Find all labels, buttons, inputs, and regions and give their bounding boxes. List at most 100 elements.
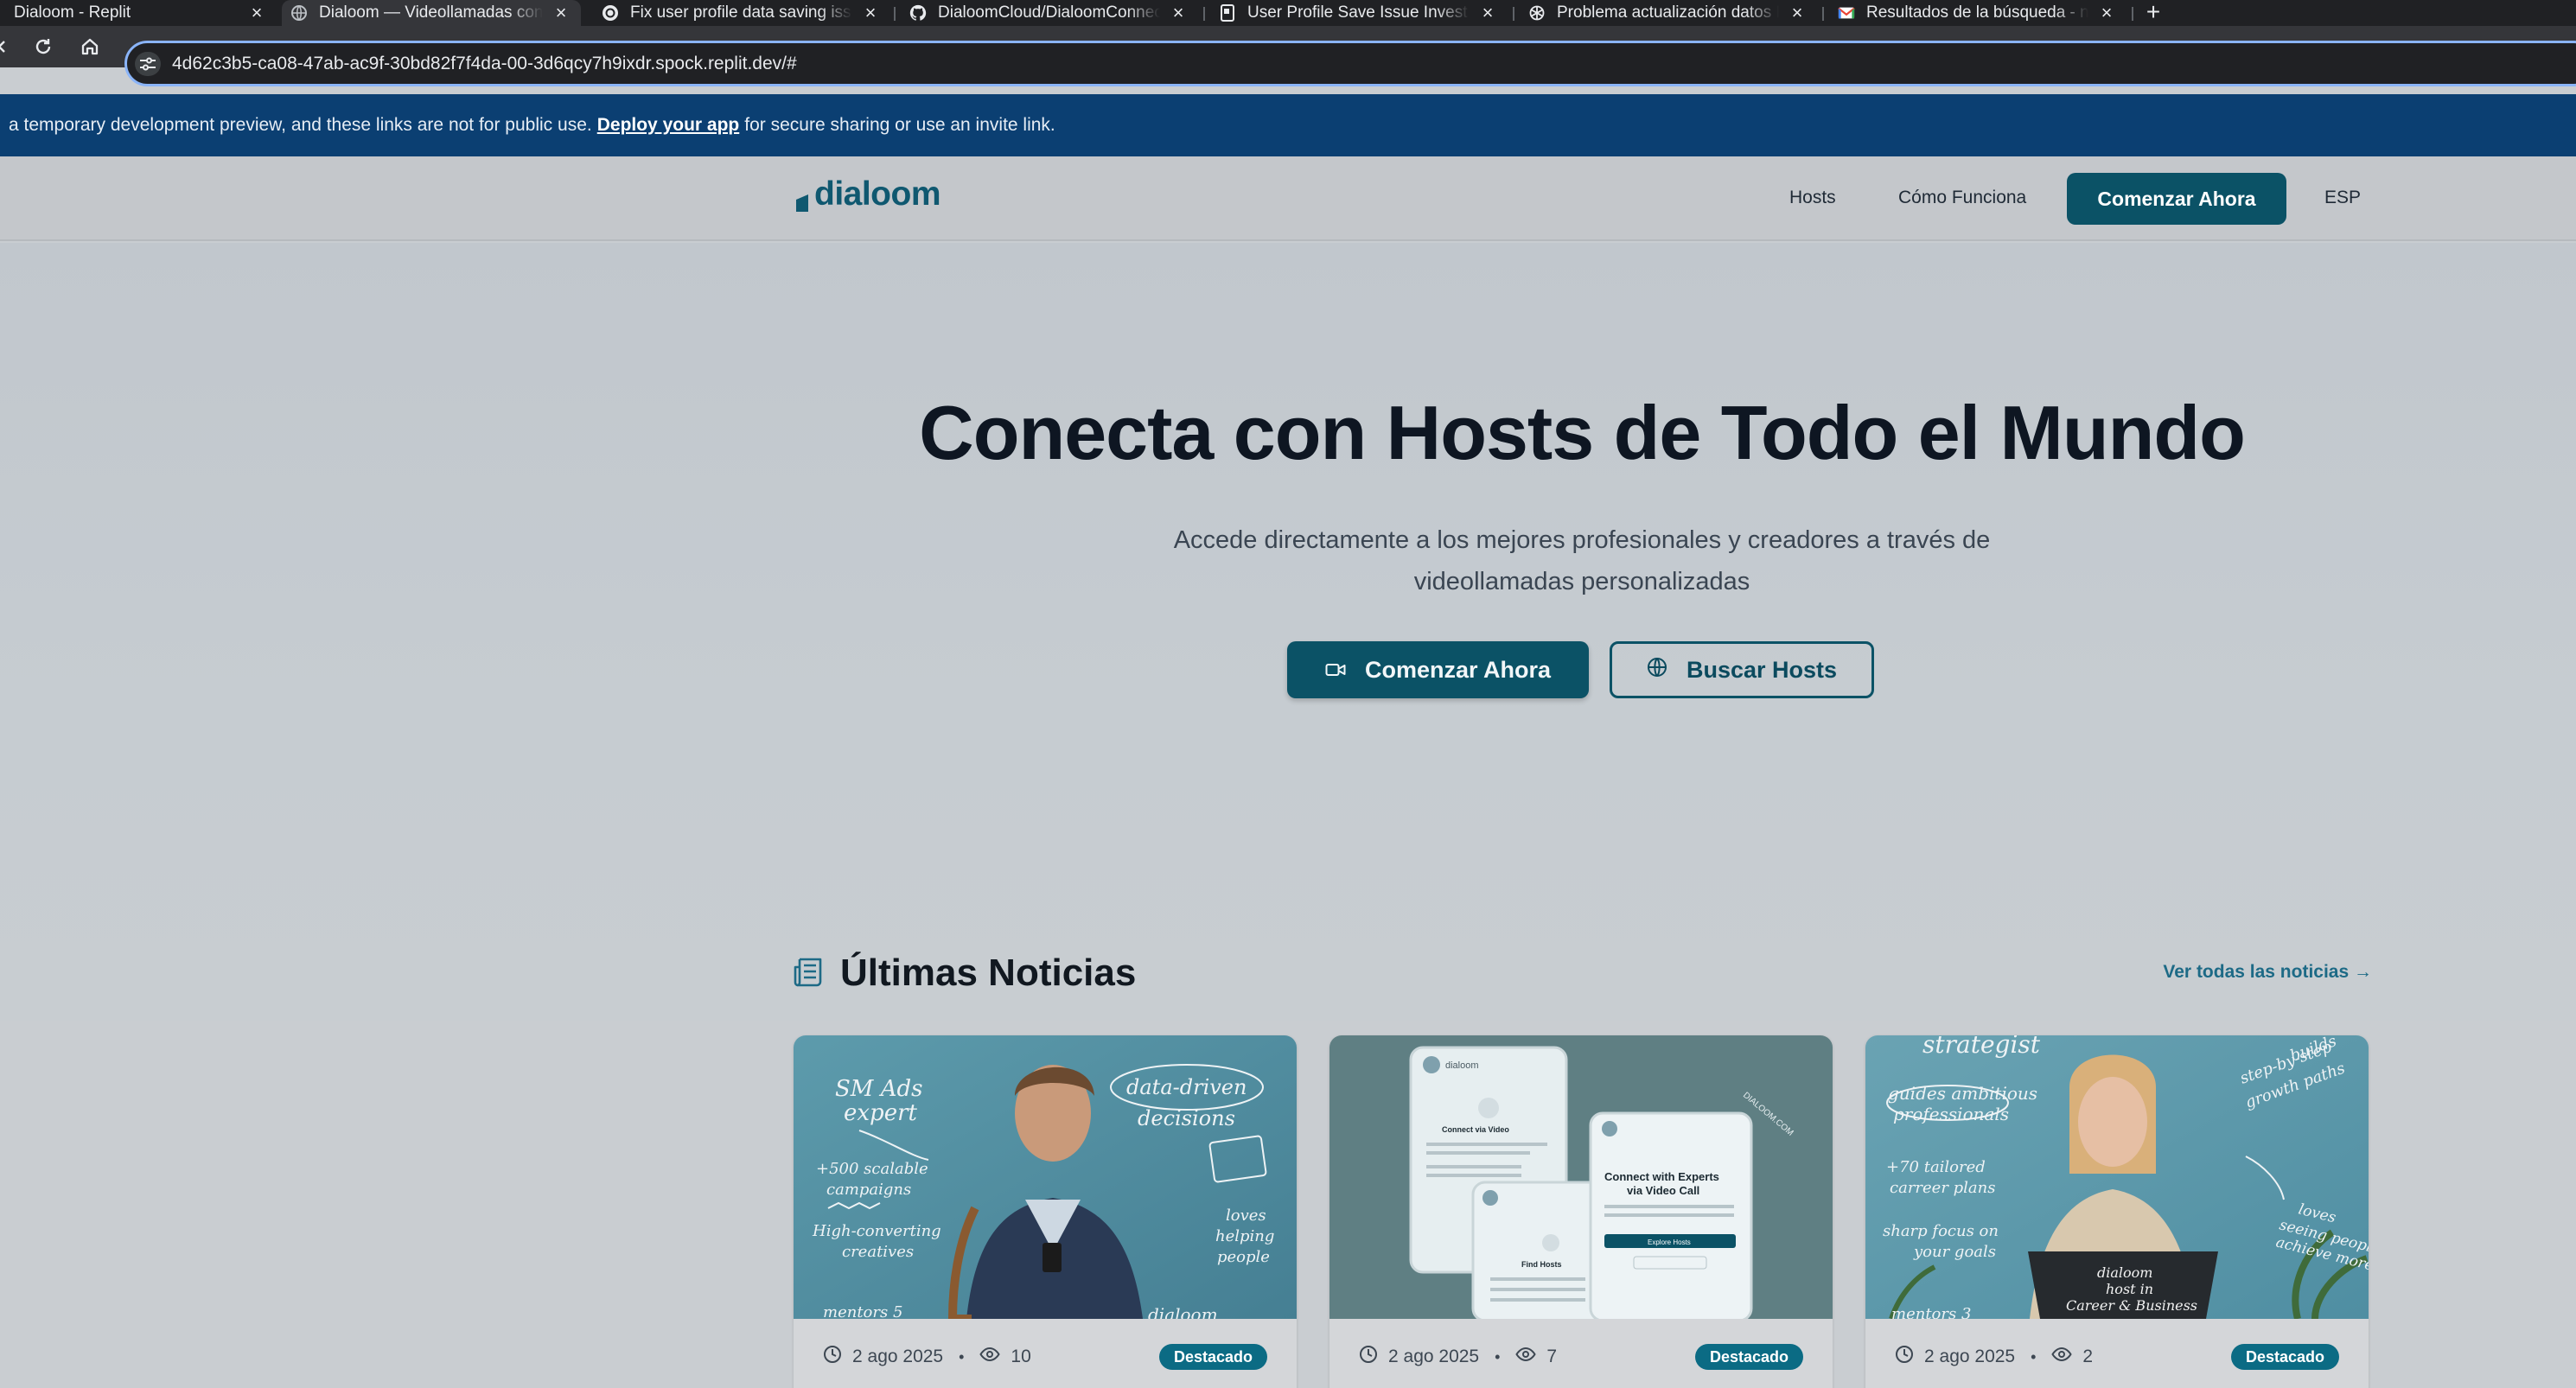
tab-gmail-resultados[interactable]: Resultados de la búsqueda - nacho × — [1827, 0, 2126, 26]
logo-text: dialoom — [814, 175, 941, 213]
image-text: guides ambitious — [1888, 1083, 2037, 1104]
news-card-date: 2 ago 2025 — [852, 1347, 944, 1366]
news-card-image-ads-expert: SM Ads expert data-driven decisions +500… — [794, 1035, 1297, 1319]
image-text: High-converting — [812, 1222, 941, 1240]
language-selector[interactable]: ESP — [2324, 188, 2361, 208]
view-all-news-link[interactable]: Ver todas las noticias → — [2163, 962, 2372, 983]
image-text: +500 scalable — [816, 1160, 928, 1178]
news-header: Últimas Noticias Ver todas las noticias … — [794, 950, 2372, 1002]
tab-dialoom-videollamadas[interactable]: Dialoom — Videollamadas con Expertos × — [282, 0, 581, 26]
tab-close-icon[interactable]: × — [1788, 2, 1807, 24]
tab-separator — [1513, 7, 1514, 21]
image-text: data-driven — [1126, 1075, 1247, 1099]
news-card-image-app-mockup: dialoom Connect via Video Find Hosts Con… — [1329, 1035, 1833, 1319]
tab-title: DialoomCloud/DialoomConnect — [938, 3, 1160, 22]
hero-comenzar-ahora-button[interactable]: Comenzar Ahora — [1287, 641, 1589, 698]
tab-close-icon[interactable]: × — [1169, 2, 1188, 24]
image-text: host in — [2106, 1281, 2153, 1297]
back-icon[interactable] — [0, 33, 16, 60]
tab-title: Fix user profile data saving issue — [630, 3, 852, 22]
github-icon — [909, 4, 927, 22]
new-tab-button[interactable]: + — [2140, 0, 2166, 26]
image-text: Career & Business — [2066, 1297, 2197, 1314]
globe-icon — [1647, 657, 1667, 684]
tab-close-icon[interactable]: × — [1478, 2, 1497, 24]
tab-github-dialoomconnect[interactable]: DialoomCloud/DialoomConnect × — [899, 0, 1198, 26]
image-text: dialoom — [1148, 1304, 1218, 1319]
site-navbar: dialoom Hosts Cómo Funciona Comenzar Aho… — [0, 156, 2576, 241]
hero-secondary-label: Buscar Hosts — [1686, 656, 1838, 683]
newspaper-icon — [794, 957, 823, 988]
tab-separator — [1822, 7, 1824, 21]
image-text: professionals — [1893, 1104, 2009, 1124]
news-card-views: 7 — [1546, 1347, 1558, 1366]
hero-subtitle-line-2: videollamadas personalizadas — [1413, 568, 1750, 595]
hero-subtitle: Accede directamente a los mejores profes… — [1115, 519, 2049, 602]
banner-text-prefix: a temporary development preview, and the… — [9, 115, 592, 135]
separator-dot: • — [2031, 1347, 2037, 1366]
tab-fix-user-profile[interactable]: Fix user profile data saving issue × — [591, 0, 890, 26]
featured-badge: Destacado — [2230, 1344, 2339, 1370]
url-text: 4d62c3b5-ca08-47ab-ac9f-30bd82f7f4da-00-… — [172, 54, 797, 73]
site-settings-icon[interactable] — [135, 52, 161, 76]
image-text: campaigns — [826, 1181, 911, 1199]
news-card-date: 2 ago 2025 — [1388, 1347, 1480, 1366]
image-text: people — [1217, 1248, 1270, 1266]
news-card[interactable]: dialoom host in Career & Business strate… — [1865, 1035, 2369, 1388]
nav-link-hosts[interactable]: Hosts — [1789, 188, 1836, 208]
tab-close-icon[interactable]: × — [861, 2, 880, 24]
address-bar[interactable]: 4d62c3b5-ca08-47ab-ac9f-30bd82f7f4da-00-… — [124, 41, 2576, 86]
hero-title: Conecta con Hosts de Todo el Mundo — [919, 390, 2246, 475]
tab-claude-user-profile[interactable]: User Profile Save Issue Invest | Claude … — [1208, 0, 1508, 26]
tab-dialoom-replit[interactable]: Dialoom - Replit × — [0, 0, 275, 26]
home-icon[interactable] — [76, 33, 104, 60]
image-text: dialoom — [2097, 1264, 2152, 1281]
image-text: Connect with Experts — [1604, 1170, 1719, 1183]
clock-icon — [1359, 1345, 1378, 1369]
eye-icon — [1515, 1347, 1537, 1367]
video-camera-icon — [1325, 657, 1346, 684]
news-card-meta: 2 ago 2025 • 7 Destacado — [1359, 1344, 1803, 1370]
image-text: dialoom — [1445, 1060, 1479, 1071]
deploy-app-link[interactable]: Deploy your app — [597, 115, 740, 136]
nav-comenzar-ahora-button[interactable]: Comenzar Ahora — [2067, 173, 2286, 225]
tab-close-icon[interactable]: × — [552, 2, 571, 24]
tab-title: Dialoom — Videollamadas con Expertos — [319, 3, 543, 22]
banner-text-suffix: for secure sharing or use an invite link… — [744, 115, 1055, 135]
eye-icon — [2051, 1347, 2073, 1367]
image-text: via Video Call — [1627, 1184, 1699, 1197]
featured-badge: Destacado — [1694, 1344, 1803, 1370]
tab-separator — [894, 7, 896, 21]
news-card[interactable]: dialoom Connect via Video Find Hosts Con… — [1329, 1035, 1833, 1388]
tab-title: User Profile Save Issue Invest | Claude — [1247, 3, 1470, 22]
featured-badge: Destacado — [1158, 1344, 1267, 1370]
tab-problema-actualizacion[interactable]: Problema actualización datos Replit × — [1518, 0, 1817, 26]
image-text: creatives — [842, 1243, 914, 1261]
news-card-meta: 2 ago 2025 • 10 Destacado — [823, 1344, 1267, 1370]
tab-title: Dialoom - Replit — [14, 3, 131, 22]
page: dialoom Hosts Cómo Funciona Comenzar Aho… — [0, 156, 2576, 1388]
image-text: your goals — [1913, 1243, 1996, 1261]
tab-title: Problema actualización datos Replit — [1557, 3, 1779, 22]
tab-close-icon[interactable]: × — [247, 2, 266, 24]
image-text: Connect via Video — [1442, 1125, 1509, 1134]
news-card-views: 10 — [1011, 1347, 1031, 1366]
image-text: Find Hosts — [1521, 1260, 1562, 1269]
news-card[interactable]: SM Ads expert data-driven decisions +500… — [794, 1035, 1297, 1388]
hero-buscar-hosts-button[interactable]: Buscar Hosts — [1610, 641, 1874, 698]
openai-icon — [1528, 4, 1546, 22]
image-text: helping — [1215, 1227, 1274, 1245]
clock-icon — [1895, 1345, 1914, 1369]
tab-close-icon[interactable]: × — [2097, 2, 2116, 24]
clock-icon — [823, 1345, 842, 1369]
chatgpt-icon — [602, 4, 619, 22]
image-text: +70 tailored — [1886, 1158, 1986, 1176]
dialoom-logo[interactable]: dialoom — [794, 175, 941, 213]
hero-section: Conecta con Hosts de Todo el Mundo Acced… — [0, 243, 2576, 1021]
doc-icon — [1219, 4, 1236, 22]
separator-dot: • — [1495, 1347, 1501, 1366]
image-text: Explore Hosts — [1648, 1238, 1691, 1246]
nav-link-como-funciona[interactable]: Cómo Funciona — [1898, 188, 2026, 208]
reload-icon[interactable] — [29, 33, 57, 60]
image-text: SM Ads — [835, 1076, 922, 1102]
